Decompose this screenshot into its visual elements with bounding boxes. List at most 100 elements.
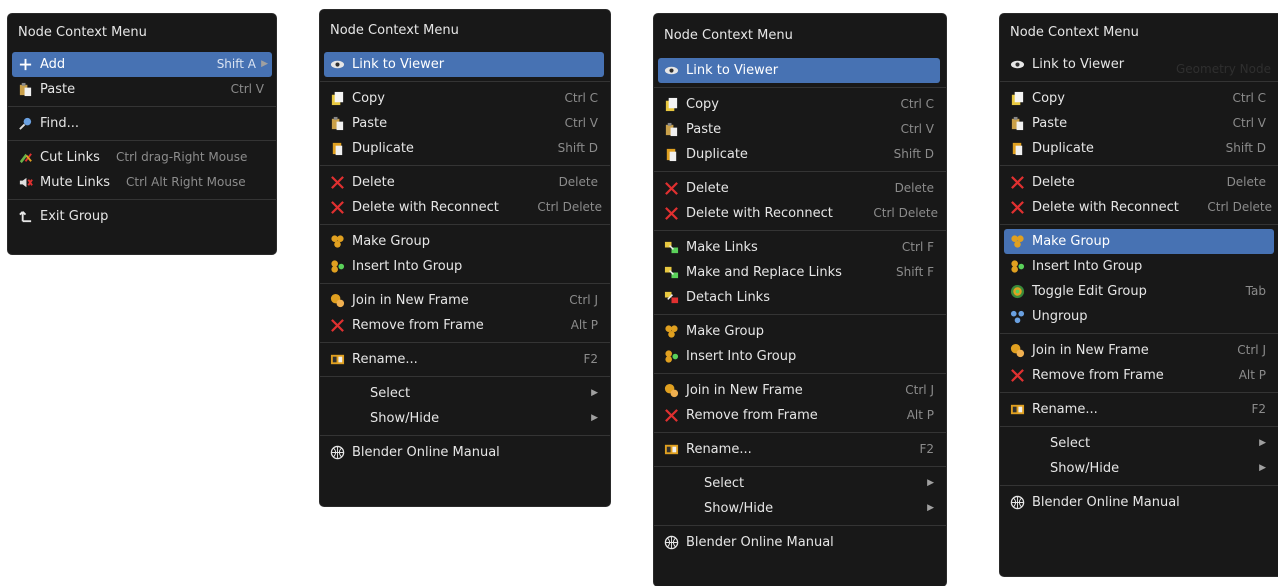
menu-item-label: Paste: [40, 82, 76, 97]
menu-item-make-links[interactable]: Make Links Ctrl F: [658, 235, 942, 260]
separator: [654, 373, 946, 374]
eye-icon: [664, 63, 679, 78]
separator: [320, 224, 610, 225]
menu-item-toggle-edit-group[interactable]: Toggle Edit Group Tab: [1004, 279, 1274, 304]
menu-item-select[interactable]: Select ▶: [1004, 431, 1274, 456]
menu-item-delete[interactable]: Delete Delete: [658, 176, 942, 201]
menu-item-detach-links[interactable]: Detach Links: [658, 285, 942, 310]
menu-item-add[interactable]: Add Shift A ▶: [12, 52, 272, 77]
menu-item-show-hide[interactable]: Show/Hide ▶: [1004, 456, 1274, 481]
menu-item-paste[interactable]: Paste Ctrl V: [1004, 111, 1274, 136]
menu-item-show-hide[interactable]: Show/Hide ▶: [658, 496, 942, 521]
menu-item-cut-links[interactable]: Cut Links Ctrl drag-Right Mouse: [12, 145, 272, 170]
shortcut-label: Ctrl V: [230, 82, 264, 96]
menu-item-find[interactable]: Find...: [12, 111, 272, 136]
menu-item-label: Delete with Reconnect: [352, 200, 499, 215]
menu-item-duplicate[interactable]: Duplicate Shift D: [658, 142, 942, 167]
menu-item-delete-with-reconnect[interactable]: Delete with Reconnect Ctrl Delete: [658, 201, 942, 226]
menu-item-remove-from-frame[interactable]: Remove from Frame Alt P: [1004, 363, 1274, 388]
menu-item-insert-into-group[interactable]: Insert Into Group: [1004, 254, 1274, 279]
separator: [654, 171, 946, 172]
menu-item-remove-from-frame[interactable]: Remove from Frame Alt P: [658, 403, 942, 428]
menu-item-label: Copy: [352, 91, 385, 106]
menu-item-label: Delete: [686, 181, 729, 196]
menu-item-online-manual[interactable]: Blender Online Manual: [658, 530, 942, 555]
menu-item-label: Remove from Frame: [1032, 368, 1164, 383]
menu-item-label: Make Group: [1032, 234, 1110, 249]
menu-item-exit-group[interactable]: Exit Group: [12, 204, 272, 229]
submenu-arrow-icon: ▶: [591, 388, 598, 398]
copy-icon: [330, 91, 345, 106]
menu-item-delete-with-reconnect[interactable]: Delete with Reconnect Ctrl Delete: [324, 195, 606, 220]
separator: [654, 525, 946, 526]
menu-item-join-in-new-frame[interactable]: Join in New Frame Ctrl J: [324, 288, 606, 313]
menu-item-show-hide[interactable]: Show/Hide ▶: [324, 406, 606, 431]
duplicate-icon: [1010, 141, 1025, 156]
menu-item-delete[interactable]: Delete Delete: [1004, 170, 1274, 195]
shortcut-label: Ctrl drag-Right Mouse: [116, 150, 248, 164]
shortcut-label: Alt P: [906, 408, 934, 422]
menu-item-make-group[interactable]: Make Group: [1004, 229, 1274, 254]
menu-item-rename[interactable]: Rename... F2: [658, 437, 942, 462]
menu-item-label: Join in New Frame: [352, 293, 469, 308]
menu-item-select[interactable]: Select ▶: [658, 471, 942, 496]
menu-item-make-group[interactable]: Make Group: [324, 229, 606, 254]
menu-item-make-group[interactable]: Make Group: [658, 319, 942, 344]
make-group-icon: [1010, 234, 1025, 249]
menu-item-paste[interactable]: Paste Ctrl V: [658, 117, 942, 142]
menu-item-label: Copy: [686, 97, 719, 112]
menu-item-online-manual[interactable]: Blender Online Manual: [324, 440, 606, 465]
menu-item-link-to-viewer[interactable]: Link to Viewer: [324, 52, 604, 77]
rename-icon: [1010, 402, 1025, 417]
menu-item-label: Show/Hide: [1050, 461, 1120, 476]
menu-item-label: Paste: [686, 122, 722, 137]
delete-x-icon: [1010, 175, 1025, 190]
separator: [1000, 392, 1278, 393]
separator: [654, 314, 946, 315]
shortcut-label: Shift D: [893, 147, 934, 161]
menu-item-paste[interactable]: Paste Ctrl V: [324, 111, 606, 136]
menu-item-mute-links[interactable]: Mute Links Ctrl Alt Right Mouse: [12, 170, 272, 195]
shortcut-label: Ctrl F: [901, 240, 934, 254]
separator: [1000, 224, 1278, 225]
shortcut-label: Alt P: [1238, 368, 1266, 382]
menu-item-copy[interactable]: Copy Ctrl C: [658, 92, 942, 117]
menu-item-duplicate[interactable]: Duplicate Shift D: [1004, 136, 1274, 161]
menu-item-copy[interactable]: Copy Ctrl C: [1004, 86, 1274, 111]
insert-into-group-icon: [664, 349, 679, 364]
rename-icon: [664, 442, 679, 457]
menu-item-duplicate[interactable]: Duplicate Shift D: [324, 136, 606, 161]
menu-item-join-in-new-frame[interactable]: Join in New Frame Ctrl J: [658, 378, 942, 403]
menu-item-make-and-replace-links[interactable]: Make and Replace Links Shift F: [658, 260, 942, 285]
shortcut-label: Ctrl Alt Right Mouse: [126, 175, 246, 189]
menu-item-insert-into-group[interactable]: Insert Into Group: [324, 254, 606, 279]
menu-item-ungroup[interactable]: Ungroup: [1004, 304, 1274, 329]
menu-item-link-to-viewer[interactable]: Link to Viewer: [658, 58, 940, 83]
menu-item-rename[interactable]: Rename... F2: [1004, 397, 1274, 422]
menu-item-delete-with-reconnect[interactable]: Delete with Reconnect Ctrl Delete: [1004, 195, 1274, 220]
shortcut-label: Ctrl J: [569, 293, 598, 307]
menu-item-paste[interactable]: Paste Ctrl V: [12, 77, 272, 102]
menu-item-insert-into-group[interactable]: Insert Into Group: [658, 344, 942, 369]
menu-item-join-in-new-frame[interactable]: Join in New Frame Ctrl J: [1004, 338, 1274, 363]
menu-item-label: Remove from Frame: [686, 408, 818, 423]
menu-item-rename[interactable]: Rename... F2: [324, 347, 606, 372]
menu-item-copy[interactable]: Copy Ctrl C: [324, 86, 606, 111]
menu-item-link-to-viewer[interactable]: Link to Viewer: [1004, 52, 1274, 77]
menu-item-label: Insert Into Group: [1032, 259, 1143, 274]
menu-item-label: Delete with Reconnect: [686, 206, 833, 221]
menu-item-online-manual[interactable]: Blender Online Manual: [1004, 490, 1274, 515]
shortcut-label: Alt P: [570, 318, 598, 332]
menu-item-label: Copy: [1032, 91, 1065, 106]
menu-item-delete[interactable]: Delete Delete: [324, 170, 606, 195]
menu-item-select[interactable]: Select ▶: [324, 381, 606, 406]
make-links-icon: [664, 265, 679, 280]
menu-item-remove-from-frame[interactable]: Remove from Frame Alt P: [324, 313, 606, 338]
menu-item-label: Join in New Frame: [1032, 343, 1149, 358]
submenu-arrow-icon: ▶: [591, 413, 598, 423]
shortcut-label: Ctrl V: [1232, 116, 1266, 130]
separator: [654, 87, 946, 88]
shortcut-label: Ctrl V: [900, 122, 934, 136]
shortcut-label: Delete: [558, 175, 598, 189]
cut-links-icon: [18, 150, 33, 165]
